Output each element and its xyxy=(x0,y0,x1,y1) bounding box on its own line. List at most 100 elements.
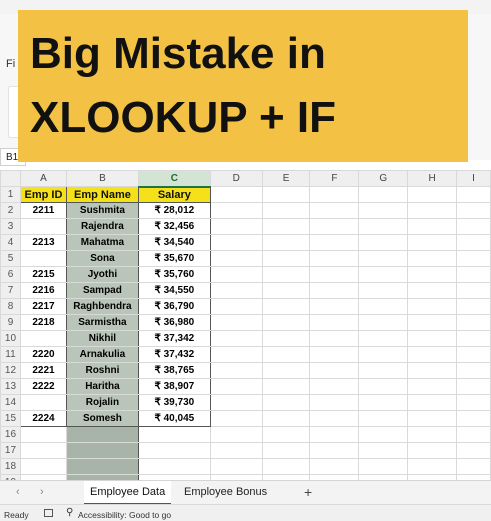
cell[interactable] xyxy=(261,282,311,299)
cell[interactable] xyxy=(456,298,491,315)
salary-cell[interactable]: ₹ 39,730 xyxy=(137,394,211,411)
salary-cell[interactable]: ₹ 36,790 xyxy=(137,298,211,315)
cell[interactable] xyxy=(456,266,491,283)
next-sheet-icon[interactable]: › xyxy=(40,486,44,498)
header-cell-emp-name[interactable]: Emp Name xyxy=(65,186,139,203)
cell[interactable] xyxy=(456,234,491,251)
emp-name-cell[interactable]: Jyothi xyxy=(65,266,139,283)
cell[interactable] xyxy=(309,298,360,315)
salary-cell[interactable]: ₹ 36,980 xyxy=(137,314,211,331)
cell[interactable] xyxy=(456,250,491,267)
emp-name-cell[interactable]: Haritha xyxy=(65,378,139,395)
row-header[interactable]: 13 xyxy=(0,378,21,395)
cell[interactable] xyxy=(358,410,409,427)
cell[interactable] xyxy=(261,234,311,251)
emp-name-cell[interactable]: Mahatma xyxy=(65,234,139,251)
emp-name-cell[interactable]: Rojalin xyxy=(65,394,139,411)
cell[interactable] xyxy=(209,202,263,219)
row-header[interactable]: 16 xyxy=(0,426,21,443)
cell[interactable] xyxy=(407,426,458,443)
cell[interactable] xyxy=(65,458,139,475)
row-header[interactable]: 4 xyxy=(0,234,21,251)
cell[interactable] xyxy=(456,218,491,235)
column-header-c[interactable]: C xyxy=(137,170,211,188)
cell[interactable] xyxy=(456,458,491,475)
cell[interactable] xyxy=(209,282,263,299)
emp-id-cell[interactable]: 2213 xyxy=(19,234,67,251)
emp-name-cell[interactable]: Roshni xyxy=(65,362,139,379)
cell[interactable] xyxy=(19,426,67,443)
salary-cell[interactable]: ₹ 35,760 xyxy=(137,266,211,283)
salary-cell[interactable]: ₹ 40,045 xyxy=(137,410,211,427)
cell[interactable] xyxy=(261,202,311,219)
column-header-e[interactable]: E xyxy=(261,170,311,187)
cell[interactable] xyxy=(407,266,458,283)
cell[interactable] xyxy=(407,218,458,235)
emp-name-cell[interactable]: Arnakulia xyxy=(65,346,139,363)
salary-cell[interactable]: ₹ 38,907 xyxy=(137,378,211,395)
cell[interactable] xyxy=(358,282,409,299)
cell[interactable] xyxy=(456,362,491,379)
emp-id-cell[interactable]: 2221 xyxy=(19,362,67,379)
cell[interactable] xyxy=(261,186,311,203)
cell[interactable] xyxy=(209,442,263,459)
header-cell-emp-id[interactable]: Emp ID xyxy=(19,186,67,203)
row-header[interactable]: 7 xyxy=(0,282,21,299)
salary-cell[interactable]: ₹ 34,550 xyxy=(137,282,211,299)
cell[interactable] xyxy=(407,234,458,251)
row-header[interactable]: 2 xyxy=(0,202,21,219)
cell[interactable] xyxy=(209,346,263,363)
column-header-h[interactable]: H xyxy=(407,170,458,187)
cell[interactable] xyxy=(309,426,360,443)
column-header-i[interactable]: I xyxy=(456,170,491,187)
cell[interactable] xyxy=(358,234,409,251)
emp-name-cell[interactable]: Sampad xyxy=(65,282,139,299)
row-header[interactable]: 17 xyxy=(0,442,21,459)
cell[interactable] xyxy=(407,410,458,427)
emp-id-cell[interactable] xyxy=(19,250,67,267)
cell[interactable] xyxy=(261,410,311,427)
ribbon-tab-file[interactable]: Fi xyxy=(6,58,15,70)
cell[interactable] xyxy=(261,218,311,235)
cell[interactable] xyxy=(456,426,491,443)
select-all-corner[interactable] xyxy=(0,170,21,187)
cell[interactable] xyxy=(358,250,409,267)
cell[interactable] xyxy=(358,186,409,203)
cell[interactable] xyxy=(209,362,263,379)
emp-name-cell[interactable]: Sarmistha xyxy=(65,314,139,331)
cell[interactable] xyxy=(209,186,263,203)
salary-cell[interactable]: ₹ 32,456 xyxy=(137,218,211,235)
cell[interactable] xyxy=(209,298,263,315)
cell[interactable] xyxy=(309,266,360,283)
cell[interactable] xyxy=(456,394,491,411)
cell[interactable] xyxy=(358,362,409,379)
prev-sheet-icon[interactable]: ‹ xyxy=(16,486,20,498)
cell[interactable] xyxy=(209,266,263,283)
cell[interactable] xyxy=(309,346,360,363)
emp-name-cell[interactable]: Rajendra xyxy=(65,218,139,235)
cell[interactable] xyxy=(407,250,458,267)
cell[interactable] xyxy=(209,378,263,395)
cell[interactable] xyxy=(137,458,211,475)
row-header[interactable]: 1 xyxy=(0,186,21,203)
emp-id-cell[interactable] xyxy=(19,330,67,347)
emp-id-cell[interactable]: 2215 xyxy=(19,266,67,283)
salary-cell[interactable]: ₹ 37,342 xyxy=(137,330,211,347)
cell[interactable] xyxy=(358,394,409,411)
cell[interactable] xyxy=(456,442,491,459)
add-sheet-button[interactable]: + xyxy=(304,484,312,500)
emp-name-cell[interactable]: Sushmita xyxy=(65,202,139,219)
cell[interactable] xyxy=(407,298,458,315)
row-header[interactable]: 12 xyxy=(0,362,21,379)
cell[interactable] xyxy=(209,330,263,347)
cell[interactable] xyxy=(358,202,409,219)
cell[interactable] xyxy=(407,202,458,219)
row-header[interactable]: 10 xyxy=(0,330,21,347)
macro-record-icon[interactable] xyxy=(44,509,53,517)
accessibility-icon[interactable]: ⚲ xyxy=(66,507,73,518)
cell[interactable] xyxy=(309,394,360,411)
column-header-g[interactable]: G xyxy=(358,170,409,187)
cell[interactable] xyxy=(358,346,409,363)
cell[interactable] xyxy=(407,186,458,203)
cell[interactable] xyxy=(209,234,263,251)
